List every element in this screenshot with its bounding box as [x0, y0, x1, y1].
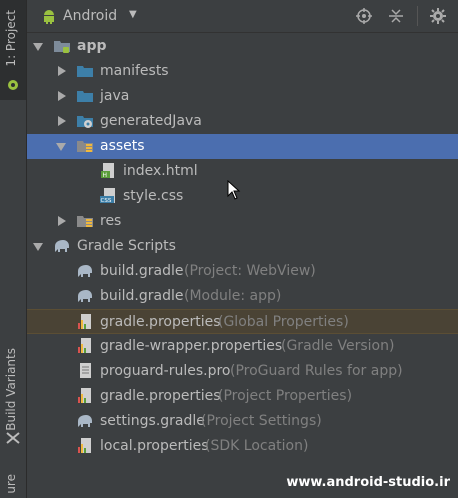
collapse-arrow-icon[interactable]	[58, 116, 66, 126]
svg-text:CSS: CSS	[101, 198, 112, 204]
tree-label-gradle-scripts: Gradle Scripts	[77, 238, 176, 254]
script-detail: (Module: app)	[184, 288, 282, 304]
properties-file-icon	[78, 388, 91, 403]
tree-row-proguard-rules[interactable]: proguard-rules.pro (ProGuard Rules for a…	[27, 359, 458, 384]
locate-target-icon[interactable]	[356, 8, 372, 24]
script-name: settings.gradle	[100, 413, 205, 429]
tree-row-assets[interactable]: assets	[27, 134, 458, 159]
collapse-all-icon[interactable]	[388, 8, 404, 24]
properties-file-icon	[78, 338, 91, 353]
toolbar-divider	[417, 6, 418, 26]
tree-row-build-gradle-module[interactable]: build.gradle (Module: app)	[27, 284, 458, 309]
script-detail: (SDK Location)	[205, 438, 309, 454]
folder-icon	[77, 66, 93, 77]
tree-row-style-css[interactable]: CSS style.css	[27, 184, 458, 209]
resource-folder-icon	[77, 216, 93, 227]
generated-folder-icon	[77, 116, 93, 128]
gradle-elephant-icon	[55, 240, 69, 252]
left-tool-strip: 1: Project Build Variants ure	[0, 0, 27, 498]
tree-row-index-html[interactable]: H index.html	[27, 159, 458, 184]
project-tool-tab[interactable]: 1: Project	[0, 0, 26, 100]
tree-label-java: java	[100, 88, 130, 104]
collapse-arrow-icon[interactable]	[58, 66, 66, 76]
text-file-icon	[80, 363, 91, 378]
android-icon	[8, 80, 18, 90]
build-variants-icon	[6, 432, 20, 444]
tree-row-res[interactable]: res	[27, 209, 458, 234]
svg-text:H: H	[103, 172, 108, 179]
expand-arrow-icon[interactable]	[56, 143, 66, 151]
html-file-icon: H	[101, 163, 114, 179]
tree-label-index-html: index.html	[123, 163, 198, 179]
script-detail: (Global Properties)	[218, 314, 349, 330]
tree-row-gradle-scripts[interactable]: Gradle Scripts	[27, 234, 458, 259]
script-name: gradle.properties	[100, 388, 221, 404]
build-variants-tool-tab[interactable]: Build Variants	[0, 340, 26, 450]
tree-row-java[interactable]: java	[27, 84, 458, 109]
tree-row-manifests[interactable]: manifests	[27, 59, 458, 84]
css-file-icon: CSS	[100, 188, 115, 204]
script-name: gradle.properties	[100, 314, 221, 330]
tree-row-app[interactable]: app	[27, 34, 458, 59]
tree-row-generatedjava[interactable]: generatedJava	[27, 109, 458, 134]
tree-row-gradle-properties-global[interactable]: gradle.properties (Global Properties)	[27, 309, 458, 334]
script-name: local.properties	[100, 438, 209, 454]
script-name: build.gradle	[100, 288, 184, 304]
script-name: proguard-rules.pro	[100, 363, 231, 379]
script-detail: (Project: WebView)	[184, 263, 316, 279]
android-view-icon	[44, 10, 54, 24]
collapse-arrow-icon[interactable]	[58, 216, 66, 226]
script-name: gradle-wrapper.properties	[100, 338, 283, 354]
project-toolbar: Android ▼	[27, 0, 458, 33]
view-mode-selector[interactable]: Android	[63, 8, 117, 24]
tree-label-app: app	[77, 38, 107, 54]
structure-tool-tab[interactable]: ure	[0, 470, 26, 498]
tree-label-style-css: style.css	[123, 188, 184, 204]
gear-icon[interactable]	[430, 8, 446, 24]
watermark-text: www.android-studio.ir	[286, 475, 450, 490]
expand-arrow-icon[interactable]	[33, 43, 43, 51]
project-tree: app manifests java generatedJava assets	[27, 33, 458, 498]
gradle-elephant-icon	[78, 265, 92, 277]
folder-icon	[77, 91, 93, 102]
script-detail: (Gradle Version)	[281, 338, 395, 354]
gradle-elephant-icon	[78, 415, 92, 427]
build-variants-label: Build Variants	[4, 348, 18, 431]
expand-arrow-icon[interactable]	[33, 243, 43, 251]
script-detail: (ProGuard Rules for app)	[230, 363, 403, 379]
tree-label-manifests: manifests	[100, 63, 169, 79]
mouse-cursor-icon	[227, 180, 241, 200]
properties-file-icon	[78, 314, 91, 329]
project-tab-label: 1: Project	[4, 10, 18, 67]
assets-folder-icon	[77, 141, 93, 152]
structure-label: ure	[4, 474, 18, 494]
tree-label-generatedjava: generatedJava	[100, 113, 202, 129]
gradle-elephant-icon	[78, 290, 92, 302]
script-detail: (Project Settings)	[201, 413, 322, 429]
tree-row-settings-gradle[interactable]: settings.gradle (Project Settings)	[27, 409, 458, 434]
chevron-down-icon[interactable]: ▼	[129, 9, 137, 20]
tree-row-gradle-properties-project[interactable]: gradle.properties (Project Properties)	[27, 384, 458, 409]
collapse-arrow-icon[interactable]	[58, 91, 66, 101]
properties-file-icon	[78, 438, 91, 453]
tree-label-res: res	[100, 213, 122, 229]
module-folder-icon	[54, 41, 70, 53]
tree-label-assets: assets	[100, 138, 145, 154]
script-name: build.gradle	[100, 263, 184, 279]
tree-row-local-properties[interactable]: local.properties (SDK Location)	[27, 434, 458, 459]
tree-row-gradle-wrapper-properties[interactable]: gradle-wrapper.properties (Gradle Versio…	[27, 334, 458, 359]
script-detail: (Project Properties)	[218, 388, 353, 404]
tree-row-build-gradle-project[interactable]: build.gradle (Project: WebView)	[27, 259, 458, 284]
